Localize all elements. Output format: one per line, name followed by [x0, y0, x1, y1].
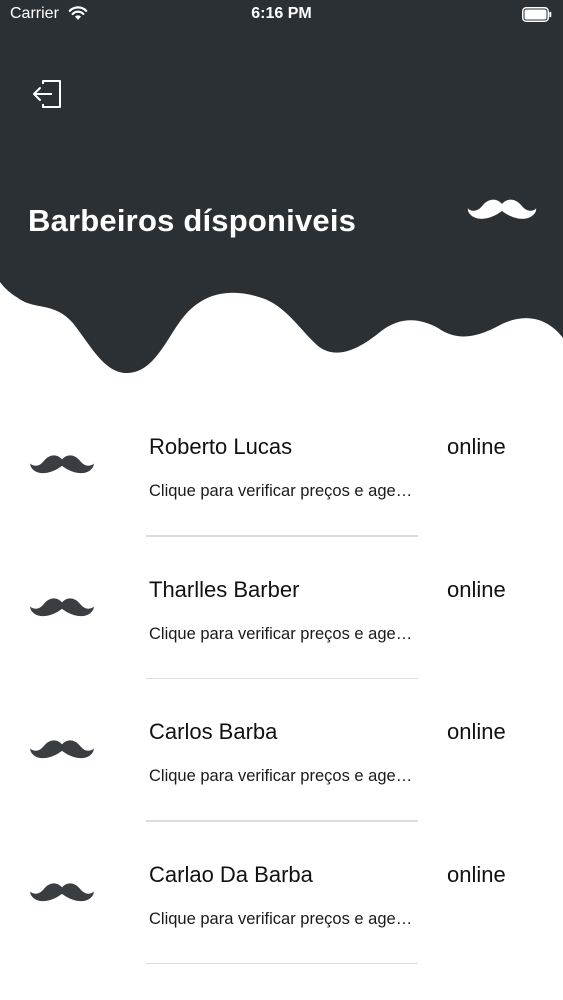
barber-subtitle: Clique para verificar preços e agendar: [149, 482, 419, 500]
barber-subtitle: Clique para verificar preços e agendar: [149, 909, 419, 928]
barber-item[interactable]: Roberto Lucas online Clique para verific…: [0, 400, 563, 543]
clock-label: 6:16 PM: [251, 5, 312, 22]
mustache-icon: [467, 199, 537, 219]
mustache-icon: [30, 455, 94, 474]
barbers-screen: Carrier 6:16 PM Barbeiros dísponiveis Ro…: [0, 0, 563, 1000]
barber-item[interactable]: Carlos Barba online Clique para verifica…: [0, 685, 563, 828]
barber-item[interactable]: Tharlles Barber online Clique para verif…: [0, 543, 563, 686]
barber-status: online: [447, 719, 506, 744]
barber-subtitle: Clique para verificar preços e agendar: [149, 767, 419, 785]
barber-status: online: [447, 434, 506, 459]
page-title: Barbeiros dísponiveis: [28, 203, 357, 238]
divider: [146, 820, 418, 822]
divider: [146, 962, 418, 964]
battery-icon: [522, 7, 552, 22]
barber-status: online: [447, 861, 506, 887]
barber-status: online: [447, 576, 506, 602]
barber-name: Tharlles Barber: [149, 576, 300, 602]
barber-subtitle: Clique para verificar preços e agendar: [149, 624, 419, 643]
status-bar: Carrier 6:16 PM: [0, 0, 563, 30]
barber-name: Carlos Barba: [149, 719, 278, 744]
divider: [146, 535, 418, 537]
logout-icon: [33, 80, 61, 108]
mustache-icon: [30, 597, 94, 616]
logout-button[interactable]: [30, 78, 64, 110]
barber-name: Roberto Lucas: [149, 434, 293, 459]
barber-name: Carlao Da Barba: [149, 861, 313, 887]
header-background: [0, 0, 563, 374]
mustache-icon: [30, 740, 94, 759]
barber-list: Roberto Lucas online Clique para verific…: [0, 400, 563, 970]
mustache-icon: [30, 882, 94, 901]
barber-item[interactable]: Carlao Da Barba online Clique para verif…: [0, 828, 563, 971]
divider: [146, 677, 418, 679]
